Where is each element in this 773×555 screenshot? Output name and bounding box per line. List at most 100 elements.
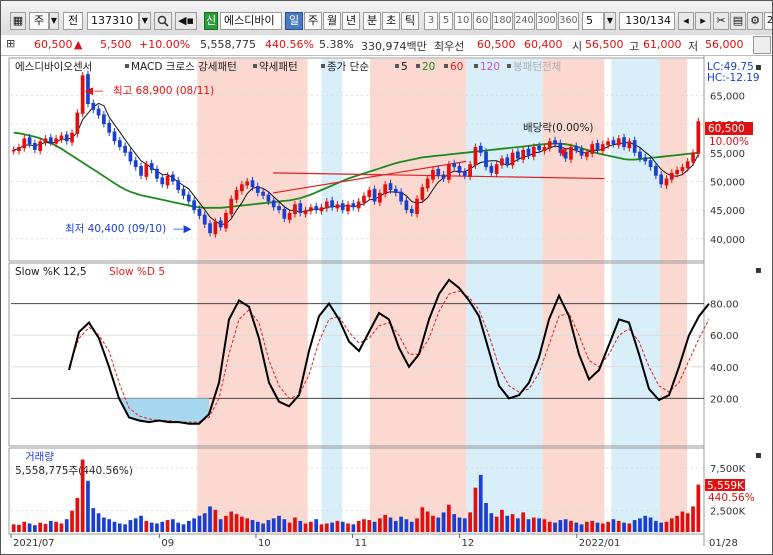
- price-tag: 60,500: [708, 123, 745, 135]
- volume-bar: [473, 487, 478, 532]
- dividend-marker-label: 배당락(0.00%): [523, 122, 594, 134]
- extra-button[interactable]: 2: [764, 12, 772, 30]
- new-badge: 신: [204, 12, 218, 30]
- period-week-button[interactable]: 주: [304, 12, 322, 30]
- stock-name-field[interactable]: 에스디바이: [220, 12, 282, 30]
- period-second-button[interactable]: 초: [382, 12, 400, 30]
- print-icon[interactable]: ▤: [730, 12, 746, 30]
- volume-bar: [245, 518, 250, 532]
- minute-240-button[interactable]: 240: [514, 12, 535, 30]
- volume-bar: [553, 522, 557, 532]
- candle-body: [202, 214, 207, 225]
- period-minute-button[interactable]: 분: [363, 12, 381, 30]
- volume-bar: [526, 519, 531, 532]
- gear-icon[interactable]: ⚙: [747, 12, 763, 30]
- volume-bar: [64, 519, 69, 532]
- candle-body: [393, 188, 398, 193]
- chevron-down-icon[interactable]: ▼: [49, 12, 59, 30]
- minute-3-button[interactable]: 3: [424, 12, 438, 30]
- volume-bar: [240, 516, 244, 532]
- period-tick-button[interactable]: 틱: [401, 12, 419, 30]
- search-icon[interactable]: [154, 12, 172, 30]
- stock-code-input[interactable]: 137310: [87, 12, 139, 30]
- grid-icon[interactable]: ▦: [10, 12, 26, 30]
- candle-body: [107, 122, 112, 133]
- volume-bar: [218, 519, 223, 532]
- speaker-icon[interactable]: ◀▪: [175, 12, 197, 30]
- minute-5-button[interactable]: 5: [439, 12, 453, 30]
- date-tick-label: 2022/01: [579, 538, 621, 549]
- volume-bar: [616, 520, 621, 532]
- code-type-select[interactable]: 주: [29, 12, 49, 30]
- stoch-d-title: Slow %D 5: [109, 266, 165, 278]
- price-change: 5,500: [100, 38, 132, 51]
- date-tick-label: 11: [355, 538, 368, 549]
- candle-body: [468, 164, 472, 177]
- quote-bar: ⊞ 60,500 ▲ 5,500 +10.00% 5,558,775 440.5…: [1, 35, 772, 56]
- period-year-button[interactable]: 년: [342, 12, 360, 30]
- tools-icon[interactable]: ✂: [713, 12, 729, 30]
- candle-body: [11, 149, 16, 152]
- period-type-button[interactable]: 전: [63, 12, 83, 30]
- minute-10-button[interactable]: 10: [454, 12, 472, 30]
- chevron-down-icon[interactable]: ▼: [139, 12, 151, 30]
- count-display[interactable]: 130/134: [619, 12, 675, 30]
- volume-bar: [606, 521, 610, 532]
- candle-body: [117, 140, 122, 148]
- close-icon[interactable]: ▪: [755, 265, 762, 276]
- expand-icon[interactable]: ⊞: [6, 37, 15, 50]
- bull-pattern-band: [197, 59, 308, 533]
- volume-bar: [213, 509, 218, 532]
- period-day-button[interactable]: 일: [285, 12, 303, 30]
- volume-bar: [181, 524, 186, 532]
- candle-body: [208, 223, 212, 234]
- volume-bar: [155, 523, 159, 532]
- chevron-down-icon[interactable]: ▼: [604, 12, 616, 30]
- stoch-tick-label: 40.00: [710, 363, 739, 374]
- candle-body: [80, 75, 85, 114]
- date-tick-label: 10: [258, 538, 271, 549]
- low-label: 저: [688, 40, 699, 53]
- candle-body: [27, 137, 32, 145]
- high-price: 61,000: [643, 38, 682, 51]
- scroll-right-icon[interactable]: ▸: [695, 12, 711, 30]
- indicator-label: 종가 단순: [327, 61, 369, 73]
- turnover-rate: 5.38%: [319, 38, 354, 51]
- candle-body: [505, 157, 510, 165]
- legend-bullet: [395, 64, 399, 68]
- candle-body: [388, 183, 393, 191]
- volume-tick-label: 7,500K: [710, 464, 746, 475]
- candle-body: [452, 163, 457, 168]
- volume-readout: 5,558,775주(440.56%): [15, 465, 133, 477]
- candle-body: [542, 147, 547, 152]
- priority-label: 최우선: [434, 40, 465, 53]
- quote-options-button[interactable]: [753, 36, 771, 54]
- close-icon[interactable]: ▪: [755, 450, 762, 461]
- minute-300-button[interactable]: 300: [536, 12, 557, 30]
- candle-body: [43, 138, 48, 143]
- period-month-button[interactable]: 월: [323, 12, 341, 30]
- volume-bar: [186, 520, 191, 532]
- volume-bar: [516, 518, 520, 532]
- candle-body: [133, 160, 138, 168]
- candle-body: [654, 165, 658, 176]
- minute-180-button[interactable]: 180: [492, 12, 513, 30]
- volume-bar: [595, 522, 600, 532]
- candle-body: [33, 143, 37, 150]
- volume-bar: [149, 522, 154, 532]
- open-price: 56,500: [585, 38, 624, 51]
- bear-pattern-band: [321, 59, 343, 533]
- volume-bar: [80, 459, 85, 532]
- candle-body: [675, 169, 679, 174]
- up-arrow-icon: ▲: [74, 38, 83, 51]
- unit-input[interactable]: 5: [582, 12, 604, 30]
- volume-bar: [91, 508, 96, 532]
- indicator-label: 봉패턴전체: [513, 61, 561, 73]
- volume-bar: [250, 520, 255, 532]
- scroll-left-icon[interactable]: ◂: [678, 12, 694, 30]
- candle-body: [96, 108, 101, 116]
- date-tick-label: 12: [462, 538, 475, 549]
- volume-bar: [202, 513, 207, 532]
- minute-60-button[interactable]: 60: [473, 12, 491, 30]
- minute-360-button[interactable]: 360: [558, 12, 579, 30]
